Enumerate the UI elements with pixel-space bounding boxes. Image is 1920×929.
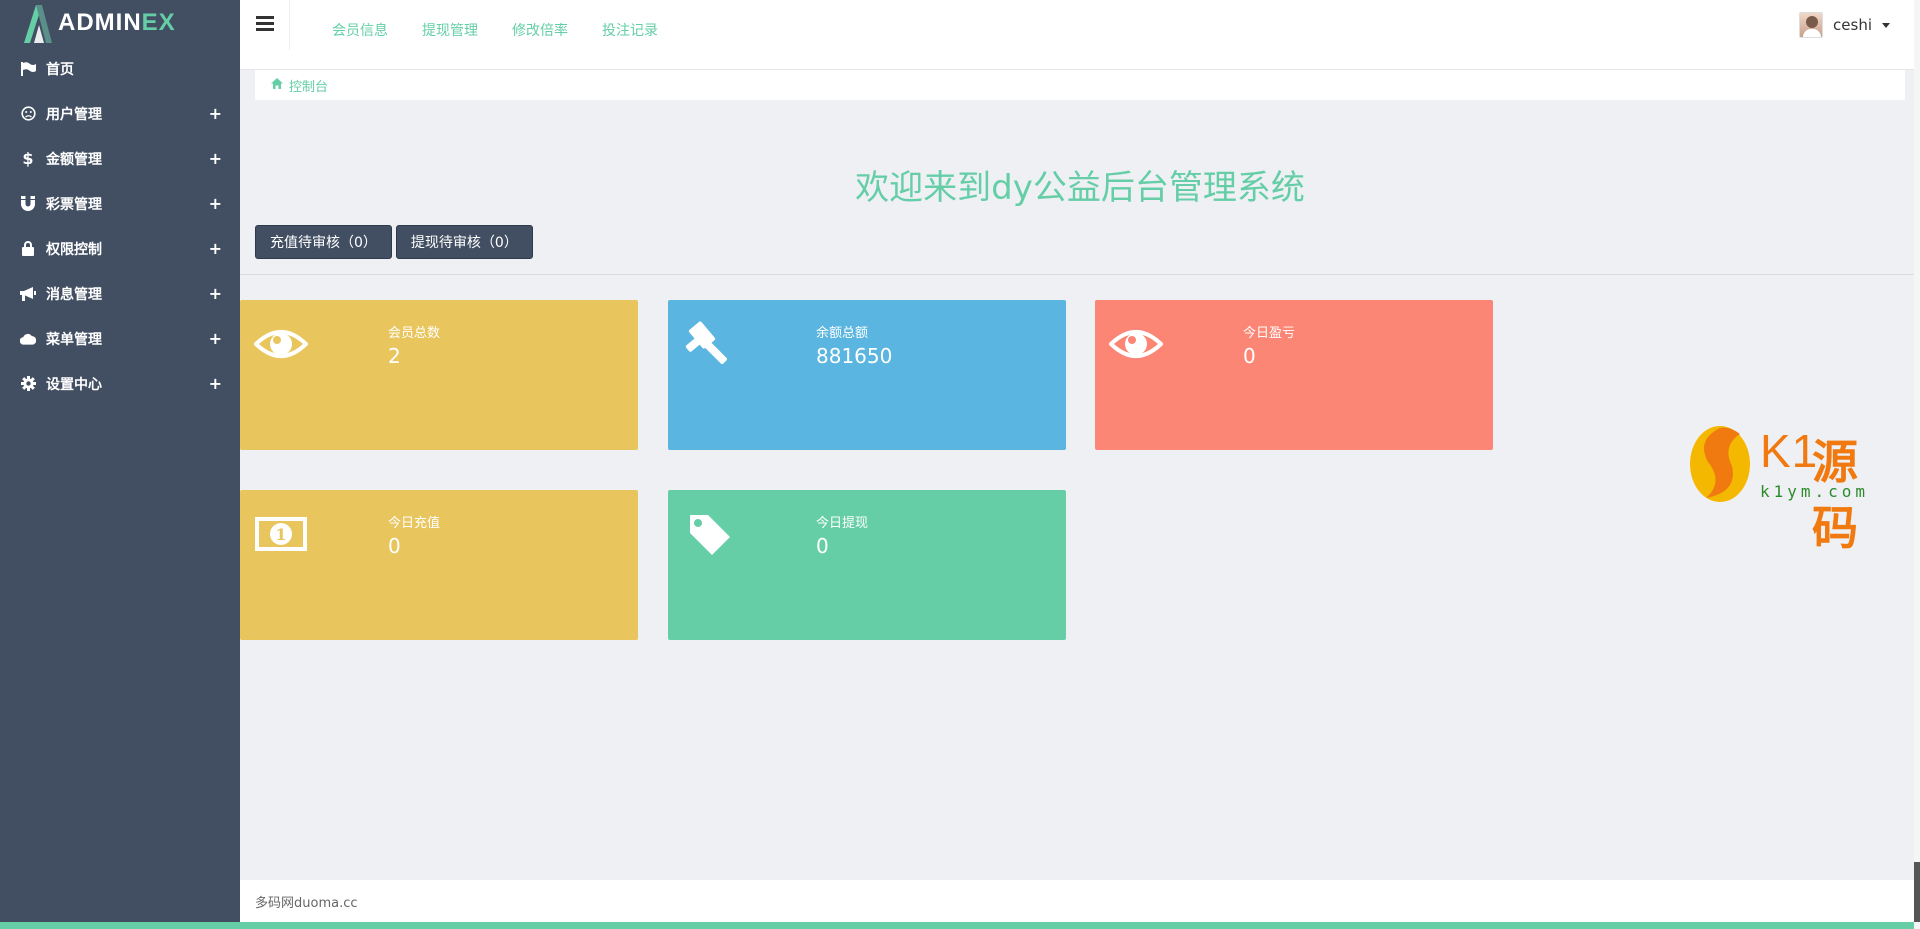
expand-icon: +: [208, 239, 222, 258]
money-icon: 1: [254, 512, 308, 556]
eye-icon: [254, 322, 308, 366]
stat-card-balance: 余额总额 881650: [668, 300, 1066, 450]
sidebar-item-settings[interactable]: 设置中心 +: [0, 361, 240, 406]
stat-title: 余额总额: [816, 326, 869, 341]
bottom-accent-bar: [0, 922, 1920, 929]
user-menu[interactable]: ceshi: [1799, 12, 1890, 38]
expand-icon: +: [208, 194, 222, 213]
top-link-withdraw[interactable]: 提现管理: [422, 20, 478, 40]
sidebar-item-messages[interactable]: 消息管理 +: [0, 271, 240, 316]
watermark-logo: K1 源码 k1ym.com: [1688, 422, 1893, 555]
sidebar-item-users[interactable]: 用户管理 +: [0, 91, 240, 136]
expand-icon: +: [208, 329, 222, 348]
stat-value: 0: [1243, 344, 1256, 368]
stat-card-withdraw: 今日提现 0: [668, 490, 1066, 640]
stat-title: 今日充值: [388, 516, 441, 531]
home-icon: [271, 77, 283, 93]
sidebar-item-label: 设置中心: [46, 376, 102, 393]
sidebar-nav: 首页 用户管理 + $ 金额管理 + 彩票管理 + 权限控制 + 消息管理 + …: [0, 46, 240, 406]
expand-icon: +: [208, 284, 222, 303]
withdraw-pending-button[interactable]: 提现待审核（0）: [395, 225, 533, 259]
recharge-pending-button[interactable]: 充值待审核（0）: [255, 225, 392, 259]
stat-value: 0: [388, 534, 401, 558]
top-link-rate[interactable]: 修改倍率: [512, 20, 568, 40]
caret-down-icon: [1882, 22, 1890, 28]
flag-icon: [20, 61, 36, 77]
expand-icon: +: [208, 149, 222, 168]
username: ceshi: [1833, 16, 1872, 34]
expand-icon: +: [208, 104, 222, 123]
sidebar-item-home[interactable]: 首页: [0, 46, 240, 91]
breadcrumb-dashboard[interactable]: 控制台: [289, 76, 328, 95]
face-icon: [20, 106, 36, 122]
watermark-emblem-icon: [1690, 426, 1750, 502]
stat-card-members: 会员总数 2: [240, 300, 638, 450]
scrollbar-thumb[interactable]: [1914, 862, 1920, 922]
divider: [240, 274, 1920, 275]
expand-icon: +: [208, 374, 222, 393]
stat-card-profit: 今日盈亏 0: [1095, 300, 1493, 450]
stat-value: 881650: [816, 344, 893, 368]
watermark-url: k1ym.com: [1760, 482, 1870, 501]
sidebar-item-money[interactable]: $ 金额管理 +: [0, 136, 240, 181]
top-link-bets[interactable]: 投注记录: [602, 20, 658, 40]
tag-icon: [682, 512, 736, 556]
logo-icon: [22, 3, 52, 43]
footer: 多码网duoma.cc: [240, 880, 1920, 922]
stat-card-recharge: 1 今日充值 0: [240, 490, 638, 640]
stat-value: 2: [388, 344, 401, 368]
stat-title: 会员总数: [388, 326, 441, 341]
watermark-k1: K1: [1760, 425, 1819, 477]
sidebar-item-label: 菜单管理: [46, 331, 102, 348]
sidebar-item-permissions[interactable]: 权限控制 +: [0, 226, 240, 271]
dollar-icon: $: [22, 149, 34, 168]
sidebar: ADMINEX 首页 用户管理 + $ 金额管理 + 彩票管理 + 权限控制 +…: [0, 0, 240, 929]
welcome-title: 欢迎来到dy公益后台管理系统: [855, 168, 1305, 208]
sidebar-item-label: 消息管理: [46, 286, 102, 303]
sidebar-item-label: 用户管理: [46, 106, 102, 123]
sidebar-item-label: 首页: [46, 61, 74, 78]
stat-title: 今日提现: [816, 516, 869, 531]
sidebar-item-menus[interactable]: 菜单管理 +: [0, 316, 240, 361]
sidebar-item-lottery[interactable]: 彩票管理 +: [0, 181, 240, 226]
eye-icon: [1109, 322, 1163, 366]
stat-value: 0: [816, 534, 829, 558]
lock-icon: [20, 241, 36, 257]
scrollbar[interactable]: [1914, 0, 1920, 929]
pending-buttons: 充值待审核（0） 提现待审核（0）: [255, 225, 533, 259]
top-header: 会员信息 提现管理 修改倍率 投注记录 ceshi: [240, 0, 1920, 70]
breadcrumb: 控制台: [255, 70, 1905, 100]
gear-icon: [20, 376, 36, 392]
gavel-icon: [682, 321, 736, 366]
logo[interactable]: ADMINEX: [0, 0, 240, 46]
sidebar-item-label: 金额管理: [46, 151, 102, 168]
cloud-icon: [20, 331, 36, 347]
top-link-member-info[interactable]: 会员信息: [332, 20, 388, 40]
footer-text: 多码网duoma.cc: [255, 895, 358, 911]
svg-text:1: 1: [275, 525, 286, 544]
sidebar-item-label: 权限控制: [46, 241, 102, 258]
sidebar-item-label: 彩票管理: [46, 196, 102, 213]
hamburger-icon: [255, 15, 274, 35]
top-nav: 会员信息 提现管理 修改倍率 投注记录: [332, 20, 658, 40]
logo-text: ADMINEX: [58, 9, 176, 36]
stat-title: 今日盈亏: [1243, 326, 1296, 341]
bullhorn-icon: [20, 286, 36, 302]
avatar: [1799, 12, 1824, 38]
menu-toggle-button[interactable]: [240, 0, 290, 50]
magnet-icon: [20, 196, 36, 212]
